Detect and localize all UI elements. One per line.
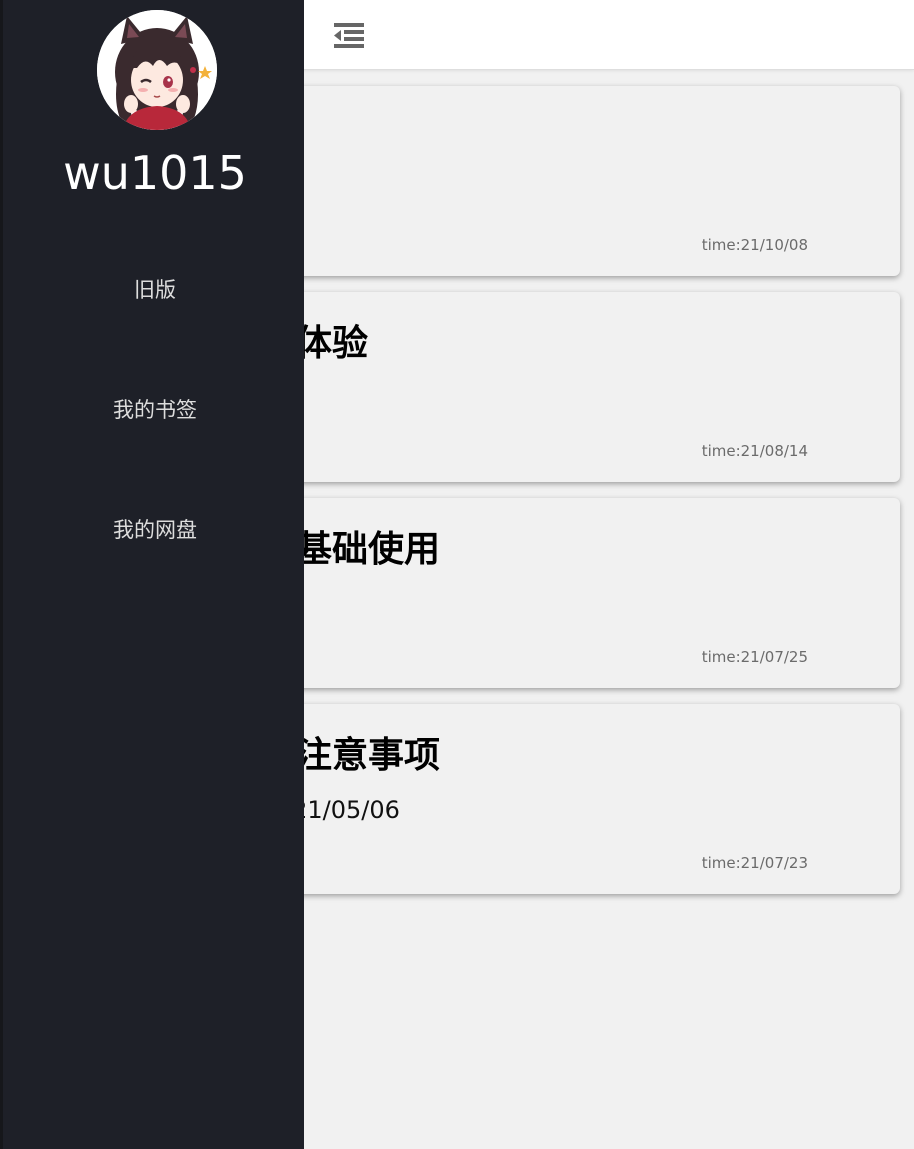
post-time: time:21/10/08 (701, 236, 808, 254)
post-card[interactable]: 单体验 评 time:21/08/14 (240, 292, 900, 482)
side-drawer: wu1015 旧版 我的书签 我的网盘 (0, 0, 304, 1149)
avatar[interactable] (97, 10, 217, 130)
post-card[interactable]: time:21/10/08 (240, 86, 900, 276)
post-time: time:21/08/14 (701, 442, 808, 460)
nav-item-old-version[interactable]: 旧版 (3, 260, 307, 320)
nav-item-bookmarks[interactable]: 我的书签 (3, 380, 307, 440)
anime-girl-avatar-icon (97, 10, 217, 130)
username: wu1015 (63, 146, 247, 200)
menu-fold-icon[interactable] (332, 20, 366, 48)
post-card[interactable]: 的基础使用 time:21/07/25 (240, 498, 900, 688)
post-time: time:21/07/25 (701, 648, 808, 666)
post-card[interactable]: 后注意事项 期:21/05/06 time:21/07/23 (240, 704, 900, 894)
nav-item-cloud-drive[interactable]: 我的网盘 (3, 500, 307, 560)
post-time: time:21/07/23 (701, 854, 808, 872)
